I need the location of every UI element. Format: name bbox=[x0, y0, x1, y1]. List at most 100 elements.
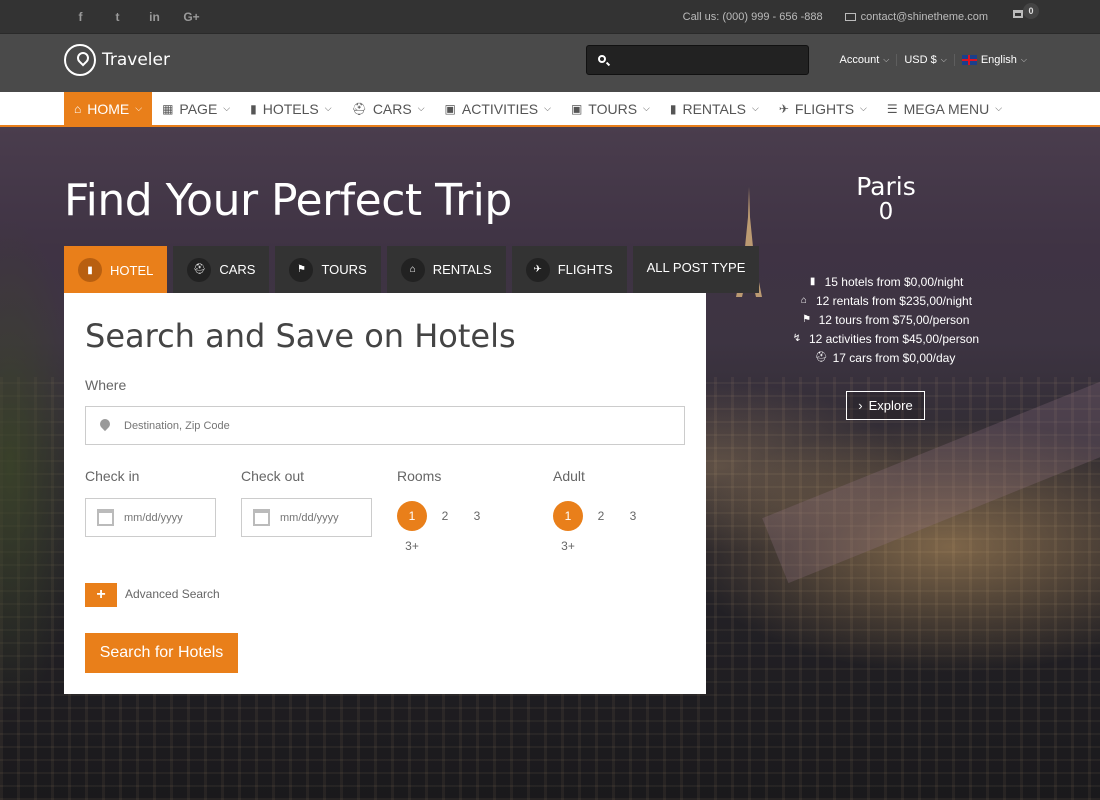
tab-hotel[interactable]: ▮ HOTEL bbox=[64, 246, 168, 294]
tab-label: ALL POST TYPE bbox=[646, 260, 746, 275]
plane-icon: ✈ bbox=[778, 101, 789, 116]
advanced-search-label[interactable]: Advanced Search bbox=[125, 587, 220, 601]
nav-item-flights[interactable]: ✈ FLIGHTS ⌵ bbox=[769, 92, 877, 125]
binoculars-icon: ▣ bbox=[570, 101, 583, 116]
nav-item-hotels[interactable]: ▮ HOTELS ⌵ bbox=[240, 92, 341, 125]
nav-label: PAGE bbox=[179, 100, 218, 117]
plane-icon: ✈ bbox=[525, 257, 550, 282]
nav-item-rentals[interactable]: ▮ RENTALS ⌵ bbox=[660, 92, 769, 125]
nav-item-cars[interactable]: ⛑ CARS ⌵ bbox=[342, 92, 435, 125]
where-field[interactable] bbox=[85, 406, 685, 445]
adult-option-1[interactable]: 1 bbox=[553, 501, 583, 531]
checkout-label: Check out bbox=[241, 468, 305, 484]
book-icon: ▦ bbox=[162, 101, 174, 116]
checkin-label: Check in bbox=[85, 468, 140, 484]
logo[interactable]: Traveler bbox=[64, 44, 170, 76]
chevron-right-icon: › bbox=[858, 398, 863, 413]
header-search-input[interactable] bbox=[615, 50, 800, 70]
nav-item-activities[interactable]: ▣ ACTIVITIES ⌵ bbox=[435, 92, 561, 125]
linkedin-icon[interactable]: in bbox=[136, 10, 173, 24]
twitter-icon[interactable]: t bbox=[99, 10, 136, 24]
tab-label: CARS bbox=[219, 262, 256, 277]
checkin-field[interactable] bbox=[85, 498, 216, 537]
hero-section: Find Your Perfect Trip ▮ HOTEL ⛑ CARS ⚑ … bbox=[0, 127, 1100, 800]
checkin-input[interactable] bbox=[124, 509, 209, 527]
where-label: Where bbox=[85, 377, 127, 393]
google-plus-icon[interactable]: G+ bbox=[173, 10, 210, 24]
nav-label: FLIGHTS bbox=[794, 100, 855, 117]
search-panel: Search and Save on Hotels Where Check in… bbox=[64, 293, 706, 694]
destination-stats: ▮ 15 hotels from $0,00/night ⌂ 12 rental… bbox=[760, 272, 1010, 367]
stat-text: 15 hotels from $0,00/night bbox=[824, 274, 964, 289]
account-menu[interactable]: Account ⌵ bbox=[833, 54, 897, 66]
cart-icon bbox=[1013, 10, 1023, 18]
checkout-input[interactable] bbox=[280, 509, 365, 527]
rooms-option-3-plus[interactable]: 3+ bbox=[397, 531, 427, 561]
tab-cars[interactable]: ⛑ CARS bbox=[173, 246, 270, 293]
destination-city: Paris bbox=[856, 172, 916, 201]
nav-label: CARS bbox=[372, 100, 412, 117]
search-icon bbox=[598, 55, 606, 63]
chevron-down-icon: ⌵ bbox=[752, 103, 759, 113]
checkout-field[interactable] bbox=[241, 498, 372, 537]
building-icon: ▮ bbox=[669, 101, 677, 116]
header-search[interactable] bbox=[586, 45, 809, 75]
destination-input[interactable] bbox=[124, 416, 664, 436]
currency-menu[interactable]: USD $ ⌵ bbox=[896, 54, 953, 66]
chevron-down-icon: ⌵ bbox=[643, 103, 650, 113]
chevron-down-icon: ⌵ bbox=[544, 103, 551, 113]
contact-info: Call us: (000) 999 - 656 -888 contact@sh… bbox=[683, 0, 988, 34]
email-link[interactable]: contact@shinetheme.com bbox=[844, 11, 988, 23]
stat-text: 12 activities from $45,00/person bbox=[808, 331, 980, 346]
chevron-down-icon: ⌵ bbox=[860, 103, 867, 113]
rooms-label: Rooms bbox=[397, 468, 442, 484]
chevron-down-icon: ⌵ bbox=[883, 55, 890, 64]
building-icon: ▮ bbox=[78, 258, 102, 282]
chevron-down-icon: ⌵ bbox=[940, 55, 947, 64]
adult-option-3[interactable]: 3 bbox=[618, 501, 648, 531]
language-label: English bbox=[980, 54, 1017, 66]
nav-item-page[interactable]: ▦ PAGE ⌵ bbox=[152, 92, 240, 125]
nav-item-mega-menu[interactable]: ☰ MEGA MENU ⌵ bbox=[877, 92, 1012, 125]
car-icon: ⛑ bbox=[351, 101, 367, 116]
cart-count-badge: 0 bbox=[1023, 3, 1039, 19]
nav-label: RENTALS bbox=[682, 100, 747, 117]
logo-pin-icon bbox=[64, 44, 96, 76]
tab-all-post-type[interactable]: ALL POST TYPE bbox=[632, 246, 760, 293]
advanced-search-toggle[interactable]: + bbox=[85, 583, 117, 607]
site-header: Traveler Account ⌵ USD $ ⌵ English ⌵ bbox=[0, 34, 1100, 92]
car-icon: ⛑ bbox=[814, 352, 828, 363]
nav-item-home[interactable]: ⌂ HOME ⌵ bbox=[64, 92, 153, 125]
explore-button[interactable]: › Explore bbox=[846, 391, 925, 420]
tab-label: RENTALS bbox=[432, 262, 492, 277]
hero-title: Find Your Perfect Trip bbox=[64, 175, 512, 226]
tab-flights[interactable]: ✈ FLIGHTS bbox=[511, 246, 627, 293]
stat-row: ↯ 12 activities from $45,00/person bbox=[760, 329, 1010, 348]
search-submit-button[interactable]: Search for Hotels bbox=[85, 633, 238, 673]
tab-tours[interactable]: ⚑ TOURS bbox=[275, 246, 381, 293]
rooms-option-2[interactable]: 2 bbox=[430, 501, 460, 531]
stat-row: ▮ 15 hotels from $0,00/night bbox=[760, 272, 1010, 291]
stat-text: 12 tours from $75,00/person bbox=[818, 312, 970, 327]
tab-rentals[interactable]: ⌂ RENTALS bbox=[386, 246, 506, 293]
adult-label: Adult bbox=[553, 468, 585, 484]
rooms-option-1[interactable]: 1 bbox=[397, 501, 427, 531]
envelope-icon bbox=[844, 13, 856, 21]
adult-option-2[interactable]: 2 bbox=[586, 501, 616, 531]
tab-label: HOTEL bbox=[110, 262, 154, 278]
explore-label: Explore bbox=[868, 398, 913, 413]
chevron-down-icon: ⌵ bbox=[135, 103, 143, 113]
language-menu[interactable]: English ⌵ bbox=[953, 54, 1034, 66]
adult-option-3-plus[interactable]: 3+ bbox=[553, 531, 583, 561]
stat-row: ⛑ 17 cars from $0,00/day bbox=[760, 348, 1010, 367]
cart-button[interactable]: 0 bbox=[1013, 3, 1039, 19]
facebook-icon[interactable]: f bbox=[62, 10, 99, 24]
rooms-option-3[interactable]: 3 bbox=[462, 501, 492, 531]
nav-label: TOURS bbox=[588, 100, 638, 117]
tab-label: TOURS bbox=[321, 262, 367, 277]
home-icon: ⌂ bbox=[800, 295, 807, 306]
header-menus: Account ⌵ USD $ ⌵ English ⌵ bbox=[833, 34, 1034, 86]
flag-icon: ⚑ bbox=[802, 314, 812, 325]
nav-item-tours[interactable]: ▣ TOURS ⌵ bbox=[561, 92, 660, 125]
phone-text: Call us: (000) 999 - 656 -888 bbox=[682, 11, 823, 23]
